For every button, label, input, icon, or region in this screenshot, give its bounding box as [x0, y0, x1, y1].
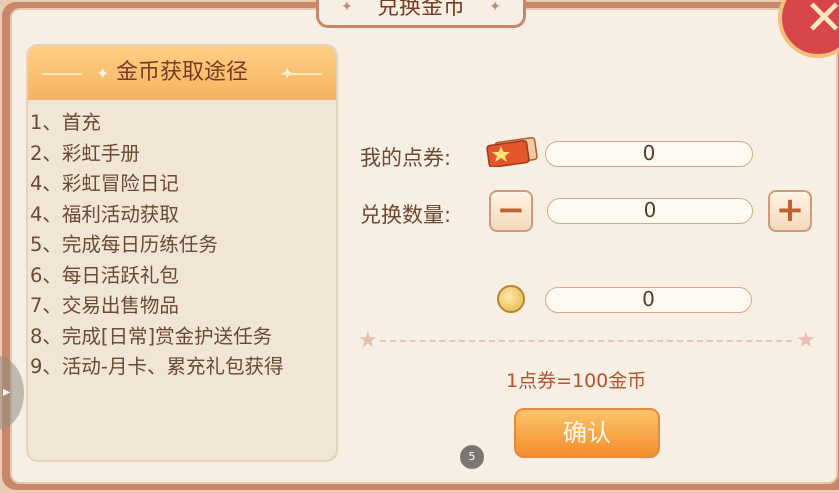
quantity-label: 兑换数量:: [360, 203, 452, 227]
list-item: 9、活动-月卡、累充礼包获得: [30, 355, 284, 378]
confirm-button[interactable]: 确认: [514, 408, 660, 458]
divider: [380, 340, 792, 342]
voucher-ticket-icon: [486, 137, 538, 167]
list-item: 7、交易出售物品: [30, 294, 179, 317]
dialog-title: 兑换金币: [376, 0, 465, 20]
gold-coin-icon: [497, 285, 525, 313]
gold-amount-field: 0: [545, 287, 752, 313]
star-icon: ★: [796, 328, 816, 353]
voucher-balance-field: 0: [545, 141, 753, 167]
list-item: 1、首充: [30, 111, 101, 134]
page-indicator: 5: [460, 445, 484, 469]
title-tab: ✦ 兑换金币 ✦: [316, 0, 526, 28]
plus-icon: +: [775, 190, 805, 230]
gold-sources-panel: ✦ 金币获取途径 ✦ 1、首充 2、彩虹手册 4、彩虹冒险日记 4、福利活动获取…: [26, 44, 338, 462]
list-item: 6、每日活跃礼包: [30, 263, 179, 287]
gold-sources-header: ✦ 金币获取途径 ✦: [28, 46, 336, 100]
sparkle-icon: ✦: [341, 0, 353, 15]
header-divider: [42, 73, 82, 75]
gold-sources-list: 1、首充 2、彩虹手册 4、彩虹冒险日记 4、福利活动获取 5、完成每日历练任务…: [28, 100, 336, 383]
list-item: 4、福利活动获取: [30, 202, 179, 226]
sparkle-icon: ✦: [489, 0, 501, 15]
minus-icon: −: [496, 190, 526, 230]
list-item: 8、完成[日常]赏金护送任务: [30, 324, 273, 348]
increase-button[interactable]: +: [768, 190, 812, 232]
star-icon: ★: [358, 328, 378, 353]
close-icon: ✕: [804, 0, 839, 46]
chevron-right-icon: ▸: [3, 384, 11, 400]
gold-sources-title: 金币获取途径: [115, 60, 248, 85]
list-item: 5、完成每日历练任务: [30, 233, 218, 256]
quantity-input[interactable]: 0: [547, 198, 753, 224]
exchange-rate-text: 1点券=100金币: [506, 370, 647, 392]
header-divider: [282, 73, 322, 75]
decrease-button[interactable]: −: [489, 190, 533, 232]
list-item: 4、彩虹冒险日记: [30, 172, 179, 195]
list-item: 2、彩虹手册: [30, 141, 140, 165]
sparkle-icon: ✦: [96, 64, 110, 83]
voucher-label: 我的点券:: [360, 146, 452, 170]
